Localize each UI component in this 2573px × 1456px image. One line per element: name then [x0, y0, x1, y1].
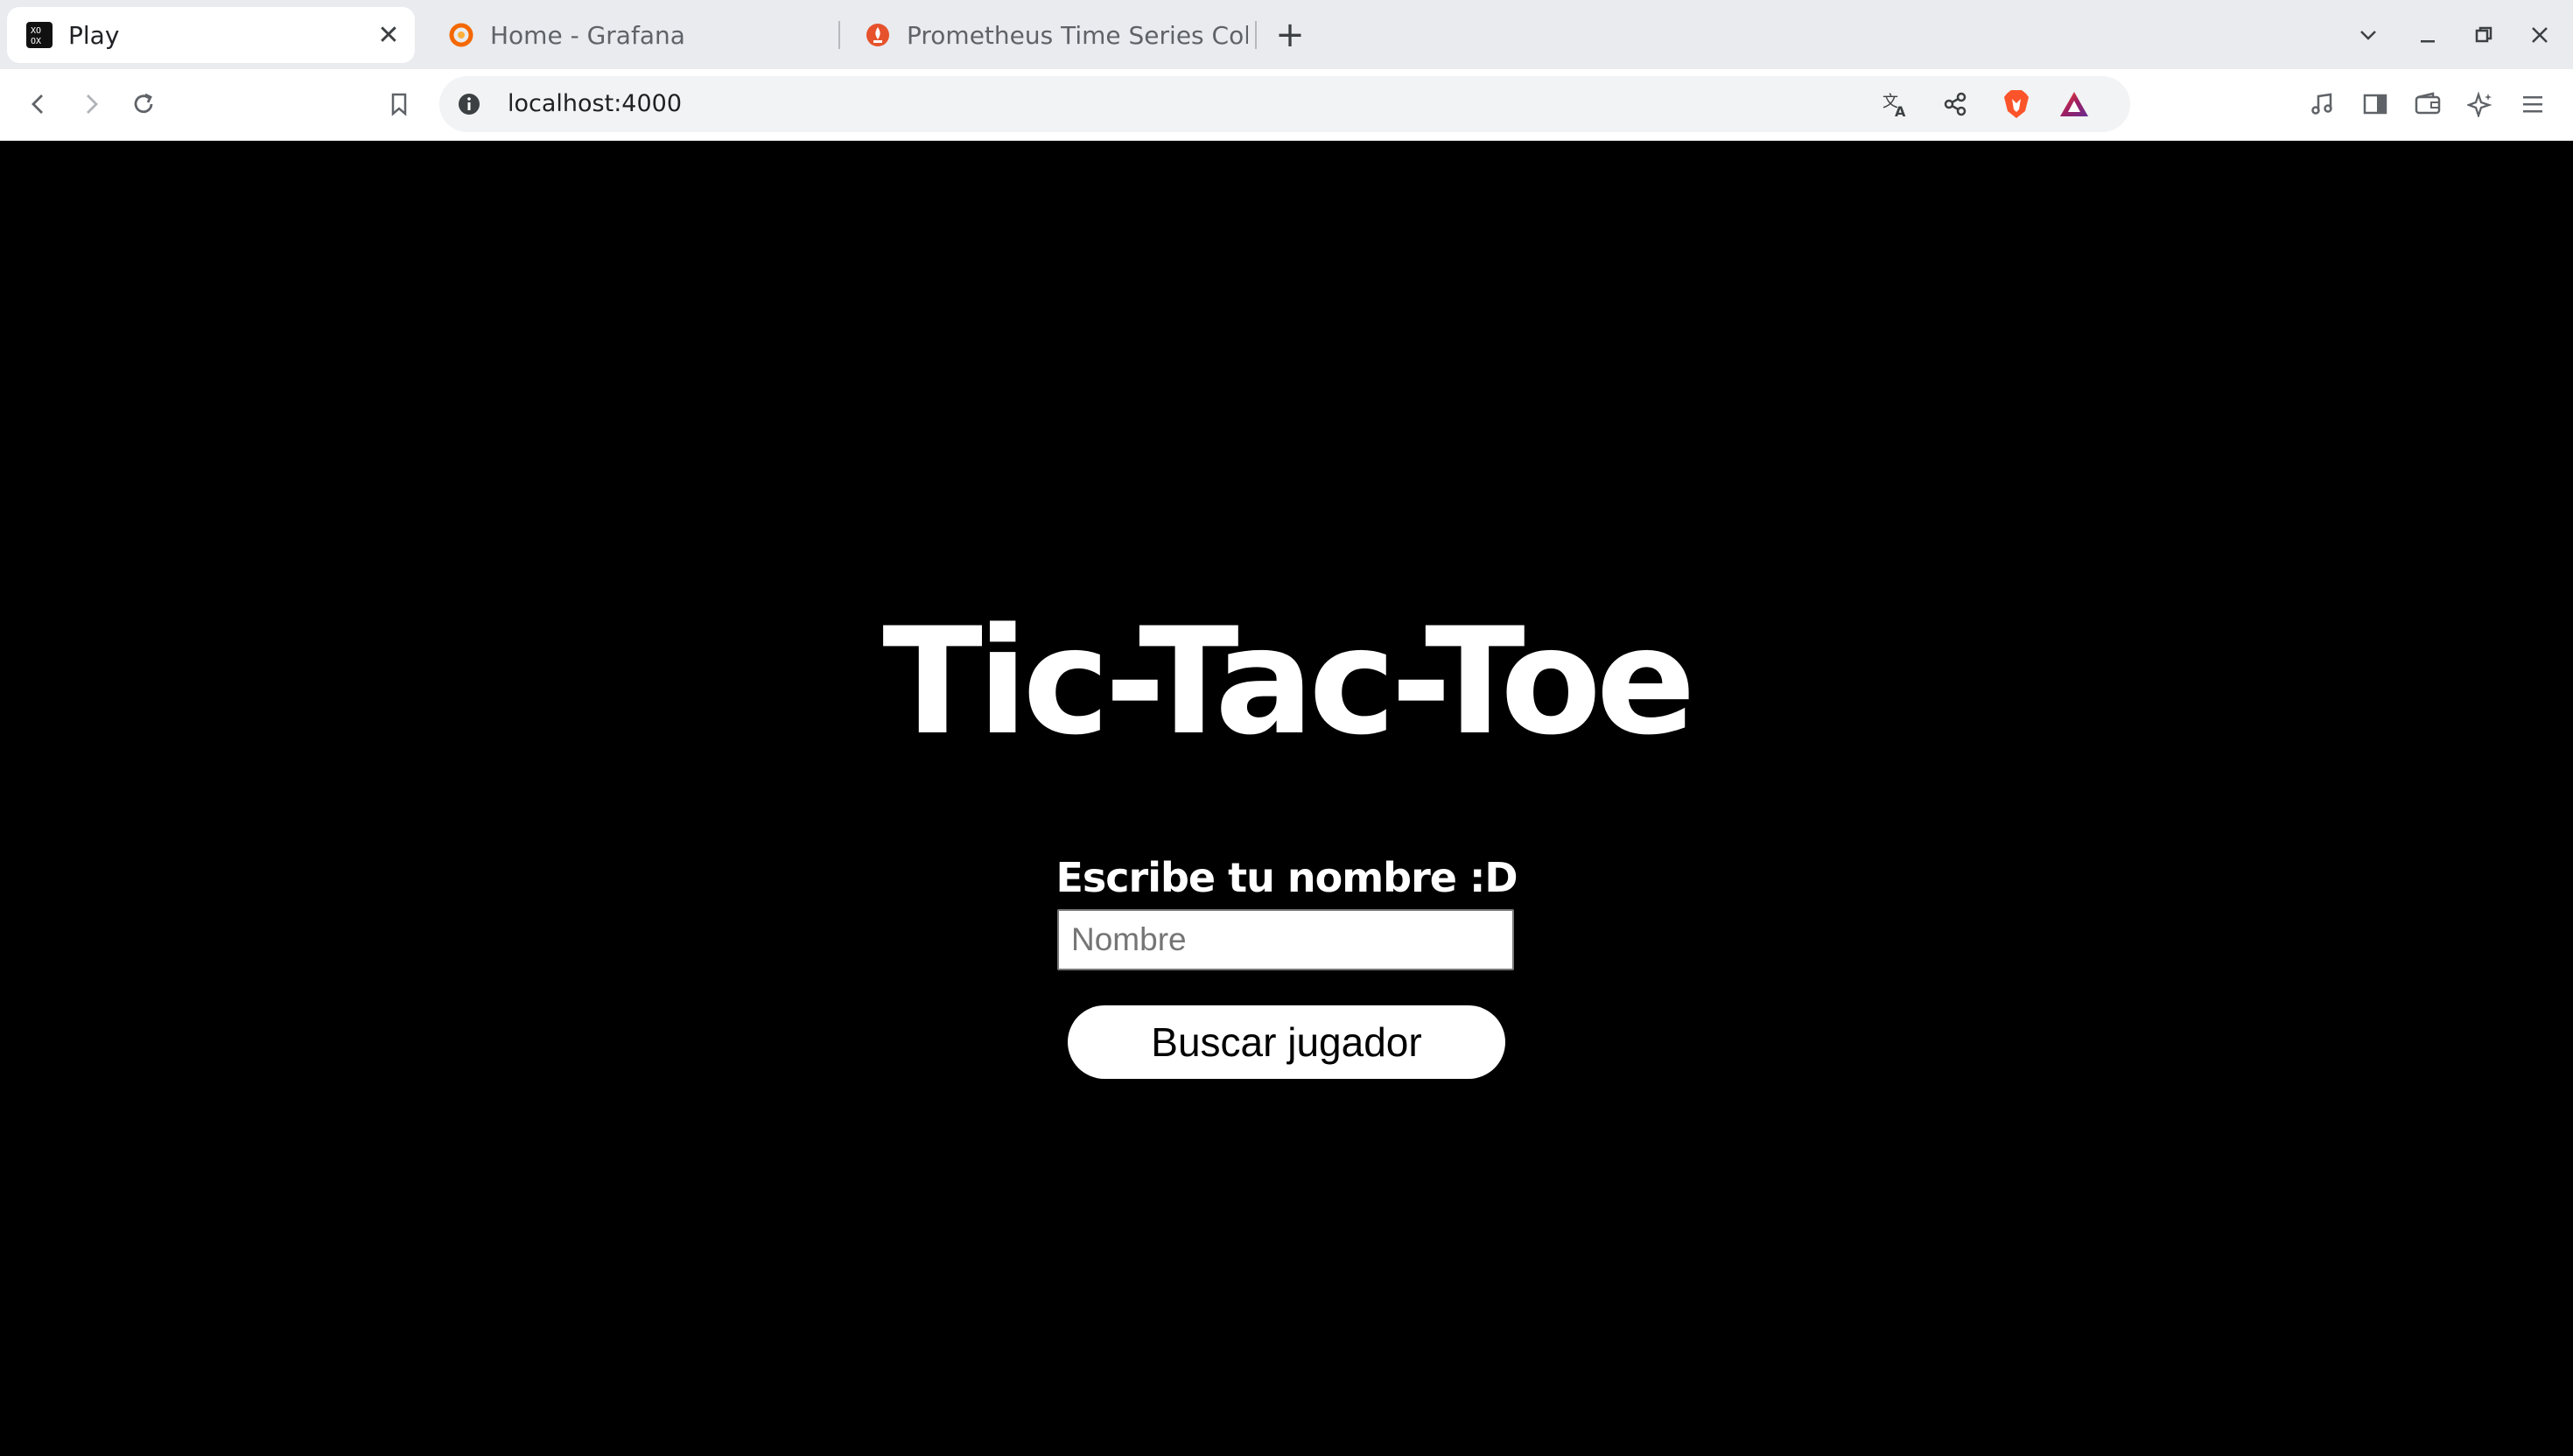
wallet-icon[interactable]: [2405, 81, 2450, 127]
name-input[interactable]: [1057, 909, 1514, 970]
tab-label: Home - Grafana: [490, 20, 685, 50]
menu-icon[interactable]: [2510, 81, 2555, 127]
restore-icon[interactable]: [2461, 12, 2506, 58]
bookmark-icon[interactable]: [376, 81, 422, 127]
forward-button[interactable]: [68, 81, 114, 127]
tab-grafana[interactable]: Home - Grafana: [429, 7, 831, 63]
translate-icon[interactable]: 文A: [1876, 85, 1915, 123]
app-favicon-icon: XO OX: [26, 22, 53, 48]
share-icon[interactable]: [1936, 85, 1974, 123]
page-content: Tic-Tac-Toe Escribe tu nombre :D Buscar …: [0, 141, 2573, 1456]
brave-rewards-icon[interactable]: [2055, 85, 2093, 123]
page-title: Tic-Tac-Toe: [882, 596, 1695, 767]
close-icon[interactable]: ✕: [371, 18, 406, 52]
tab-label: Play: [68, 20, 120, 50]
tab-label: Prometheus Time Series Col: [907, 20, 1248, 50]
tab-prometheus[interactable]: Prometheus Time Series Col: [845, 7, 1248, 63]
grafana-icon: [448, 22, 474, 48]
browser-toolbar: localhost:4000 文A: [0, 69, 2573, 141]
sidebar-icon[interactable]: [2352, 81, 2398, 127]
svg-text:OX: OX: [31, 37, 41, 46]
new-tab-button[interactable]: +: [1269, 14, 1311, 56]
reload-button[interactable]: [121, 81, 166, 127]
back-button[interactable]: [16, 81, 61, 127]
tab-separator: [838, 21, 840, 49]
search-player-button[interactable]: Buscar jugador: [1068, 1005, 1505, 1079]
media-icon[interactable]: [2300, 81, 2345, 127]
tab-play[interactable]: XO OX Play ✕: [7, 7, 415, 63]
svg-text:XO: XO: [31, 26, 41, 36]
brave-shields-icon[interactable]: [1997, 85, 2036, 123]
minimize-icon[interactable]: [2405, 12, 2450, 58]
svg-text:A: A: [1895, 103, 1906, 119]
url-text: localhost:4000: [508, 90, 683, 117]
tab-bar: XO OX Play ✕ Home - Grafana Prometheus Ti…: [0, 0, 2573, 69]
close-window-icon[interactable]: [2517, 12, 2562, 58]
address-bar[interactable]: localhost:4000 文A: [439, 76, 2130, 132]
site-info-icon[interactable]: [450, 85, 488, 123]
name-prompt-label: Escribe tu nombre :D: [1055, 854, 1518, 901]
tab-separator: [1255, 21, 1257, 49]
tab-search-chevron-icon[interactable]: [2345, 12, 2391, 58]
leo-ai-icon[interactable]: [2457, 81, 2503, 127]
prometheus-icon: [865, 22, 891, 48]
